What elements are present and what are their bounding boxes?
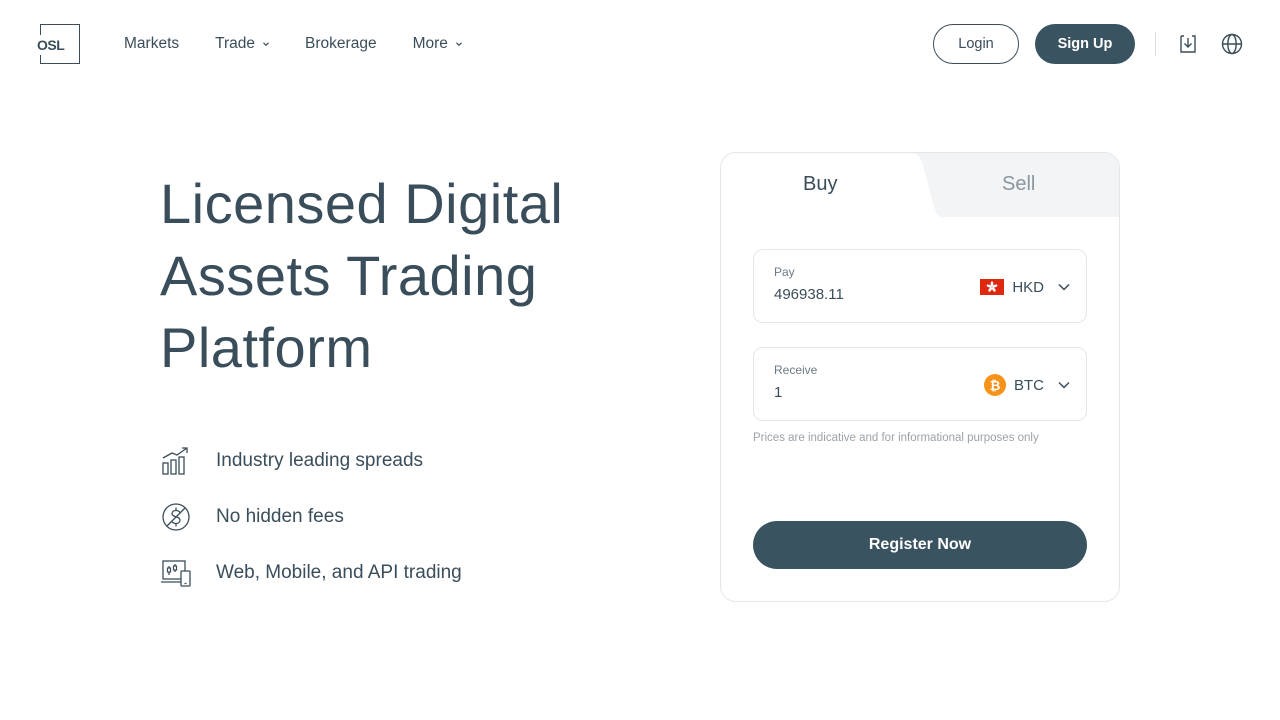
register-now-button[interactable]: Register Now — [753, 521, 1087, 569]
trade-card: Buy Sell Pay HKD — [720, 152, 1120, 602]
price-disclaimer: Prices are indicative and for informatio… — [753, 432, 1039, 444]
nav-item-label: Brokerage — [305, 35, 377, 52]
header-divider — [1155, 32, 1156, 56]
nav-item-markets[interactable]: Markets — [124, 35, 179, 53]
logo-text: OSL — [36, 37, 66, 53]
pay-field[interactable]: Pay HKD — [753, 249, 1087, 323]
globe-icon[interactable] — [1221, 33, 1243, 55]
chart-growth-icon — [160, 445, 192, 477]
nav-item-more[interactable]: More — [413, 35, 462, 53]
chevron-down-icon — [1058, 283, 1070, 291]
feature-item: Industry leading spreads — [160, 445, 423, 477]
feature-label: No hidden fees — [216, 506, 344, 527]
nav-item-label: Markets — [124, 35, 180, 52]
hero-title: Licensed Digital Assets Trading Platform — [160, 172, 564, 379]
pay-amount-input[interactable] — [774, 286, 954, 303]
login-button[interactable]: Login — [933, 24, 1019, 64]
nav-item-trade[interactable]: Trade — [215, 35, 269, 53]
tab-buy[interactable]: Buy — [803, 173, 837, 196]
nav-item-label: More — [412, 35, 448, 52]
pay-currency-select[interactable]: HKD — [980, 276, 1070, 298]
main-nav: Markets Trade Brokerage More — [124, 32, 498, 56]
receive-field[interactable]: Receive ₿ BTC — [753, 347, 1087, 421]
chevron-down-icon — [455, 41, 462, 47]
receive-currency-code: BTC — [1014, 376, 1044, 394]
chevron-down-icon — [263, 41, 269, 47]
site-header: OSL Markets Trade Brokerage More Login S… — [0, 0, 1280, 88]
nav-item-label: Trade — [215, 35, 256, 52]
nav-item-brokerage[interactable]: Brokerage — [305, 35, 377, 53]
feature-item: No hidden fees — [160, 501, 344, 533]
receive-label: Receive — [774, 363, 818, 377]
feature-label: Industry leading spreads — [216, 450, 424, 471]
tab-sell[interactable]: Sell — [1002, 173, 1035, 196]
osl-logo[interactable]: OSL — [36, 24, 80, 64]
receive-currency-select[interactable]: ₿ BTC — [984, 374, 1070, 396]
receive-amount-input[interactable] — [774, 384, 954, 401]
download-icon[interactable] — [1177, 33, 1199, 55]
feature-item: Web, Mobile, and API trading — [160, 557, 462, 589]
chevron-down-icon — [1058, 381, 1070, 389]
no-fees-icon — [160, 501, 192, 533]
signup-button[interactable]: Sign Up — [1035, 24, 1135, 64]
feature-label: Web, Mobile, and API trading — [216, 562, 462, 583]
btc-icon: ₿ — [984, 374, 1006, 396]
hk-flag-icon — [980, 279, 1005, 295]
pay-currency-code: HKD — [1012, 278, 1044, 296]
pay-label: Pay — [774, 265, 795, 279]
devices-icon — [160, 557, 192, 589]
